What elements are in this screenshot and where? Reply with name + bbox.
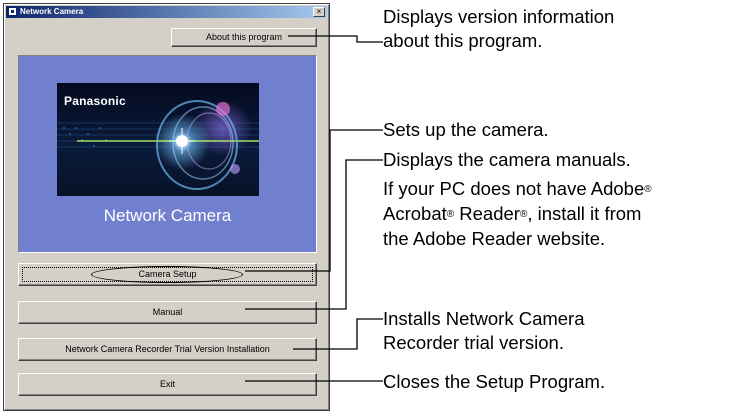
close-button[interactable]: × (313, 7, 325, 17)
camera-setup-button[interactable]: Camera Setup (18, 263, 317, 286)
exit-button[interactable]: Exit (18, 373, 317, 396)
window-title: Network Camera (20, 7, 84, 16)
recorder-installation-button[interactable]: Network Camera Recorder Trial Version In… (18, 338, 317, 361)
about-this-program-button[interactable]: About this program (171, 28, 317, 47)
camera-setup-label: Camera Setup (138, 269, 197, 279)
setup-dialog-window: Network Camera × About this program Pana… (3, 3, 330, 411)
recorder-annotation-line-1: Installs Network Camera (383, 308, 585, 329)
recorder-annotation: Installs Network Camera Recorder trial v… (383, 307, 585, 355)
about-annotation: Displays version information about this … (383, 5, 614, 53)
title-bar: Network Camera × (6, 6, 327, 18)
setup-annotation: Sets up the camera. (383, 119, 549, 140)
about-annotation-line-2: about this program. (383, 30, 543, 51)
panasonic-logo-image: Panasonic (57, 83, 259, 196)
recorder-annotation-line-2: Recorder trial version. (383, 332, 564, 353)
brand-logo-text: Panasonic (64, 94, 126, 108)
product-banner: Panasonic Network Camera (18, 55, 317, 253)
manual-annotation: Displays the camera manuals. (383, 149, 631, 170)
note-line-2: Acrobat® Reader®, install it from (383, 203, 642, 224)
exit-annotation: Closes the Setup Program. (383, 371, 606, 392)
product-title: Network Camera (103, 206, 232, 225)
app-icon (8, 7, 17, 16)
note-line-3: the Adobe Reader website. (383, 228, 606, 249)
about-annotation-line-1: Displays version information (383, 6, 615, 27)
adobe-reader-note: If your PC does not have Adobe® Acrobat®… (383, 177, 652, 251)
manual-button[interactable]: Manual (18, 301, 317, 324)
note-line-1: If your PC does not have Adobe® (383, 178, 652, 199)
